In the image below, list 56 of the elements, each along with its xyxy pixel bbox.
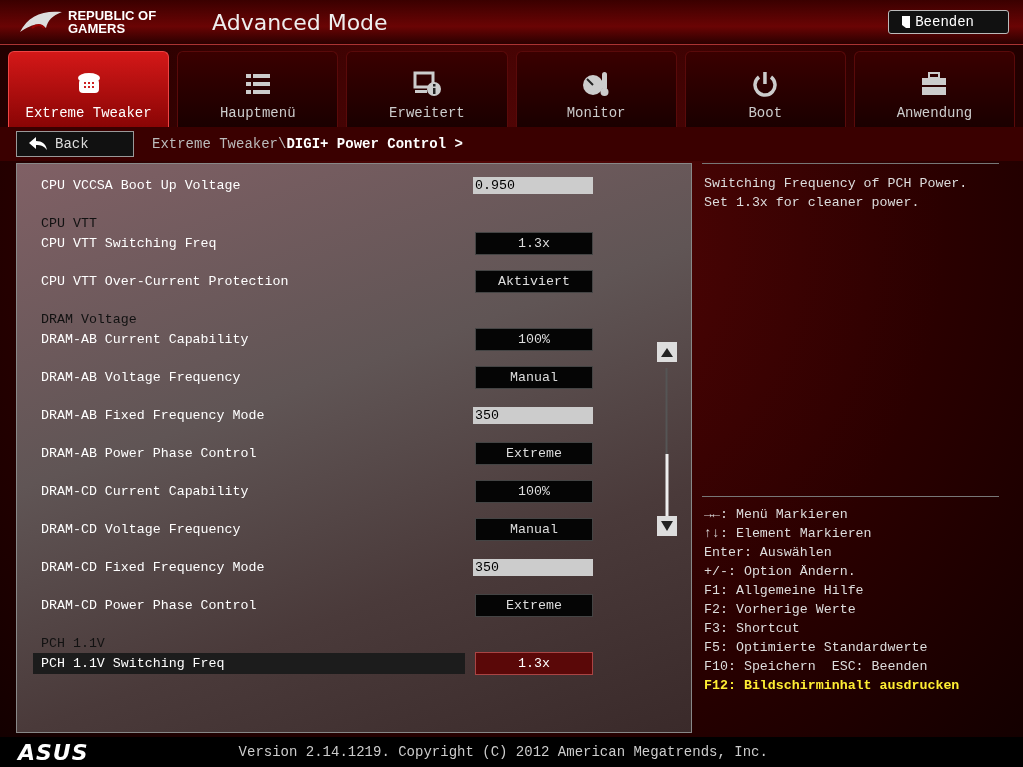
menu-tab[interactable]: Boot bbox=[684, 51, 846, 127]
menu-tab[interactable]: Monitor bbox=[515, 51, 677, 127]
setting-label[interactable]: DRAM-CD Fixed Frequency Mode bbox=[33, 556, 465, 578]
option-button[interactable]: Extreme bbox=[475, 441, 593, 465]
setting-label[interactable]: CPU VTT Over-Current Protection bbox=[33, 270, 465, 292]
setting-label[interactable]: DRAM-AB Voltage Frequency bbox=[33, 366, 465, 388]
option-button[interactable]: 1.3x bbox=[475, 231, 593, 255]
key-hint: ↑↓: Element Markieren bbox=[704, 525, 873, 543]
exit-button[interactable]: Beenden bbox=[888, 10, 1009, 34]
setting-label[interactable]: DRAM-AB Power Phase Control bbox=[33, 442, 465, 464]
group-heading: PCH 1.1V bbox=[41, 636, 106, 653]
menu-tab[interactable]: Hauptmenü bbox=[177, 51, 339, 127]
value-field[interactable]: 350 bbox=[473, 558, 593, 576]
back-button[interactable]: Back bbox=[16, 131, 134, 157]
key-hint: F10: Speichern ESC: Beenden bbox=[704, 658, 929, 676]
key-hint: F5: Optimierte Standardwerte bbox=[704, 639, 929, 657]
breadcrumb-current: DIGI+ Power Control > bbox=[286, 136, 463, 152]
key-hint: →←: Menü Markieren bbox=[704, 506, 849, 524]
option-button[interactable]: 100% bbox=[475, 479, 593, 503]
menu-tab[interactable]: Anwendung bbox=[853, 51, 1016, 127]
option-button[interactable]: Aktiviert bbox=[475, 269, 593, 293]
setting-label[interactable]: CPU VTT Switching Freq bbox=[33, 232, 465, 254]
option-button[interactable]: 1.3x bbox=[475, 651, 593, 675]
key-hint: +/-: Option Ändern. bbox=[704, 563, 857, 581]
key-hint: F1: Allgemeine Hilfe bbox=[704, 582, 865, 600]
value-field[interactable]: 0.950 bbox=[473, 176, 593, 194]
version-text: Version 2.14.1219. Copyright (C) 2012 American Megatrends, Inc. bbox=[238, 744, 768, 760]
brand-name: REPUBLIC OF GAMERS bbox=[68, 9, 157, 35]
monitor-info-icon bbox=[411, 69, 442, 99]
option-button[interactable]: Manual bbox=[475, 365, 593, 389]
menu-tab[interactable]: Extreme Tweaker bbox=[8, 51, 170, 127]
setting-label[interactable]: CPU VCCSA Boot Up Voltage bbox=[33, 174, 465, 196]
breadcrumb-path[interactable]: Extreme Tweaker\ bbox=[152, 136, 287, 152]
back-arrow-icon bbox=[29, 137, 47, 151]
window-title: Advanced Mode bbox=[212, 9, 389, 35]
key-hint: F3: Shortcut bbox=[704, 620, 801, 638]
option-button[interactable]: Manual bbox=[475, 517, 593, 541]
setting-label[interactable]: DRAM-CD Power Phase Control bbox=[33, 594, 465, 616]
key-hint: F2: Vorherige Werte bbox=[704, 601, 857, 619]
key-hint: Enter: Auswählen bbox=[704, 544, 833, 562]
setting-label[interactable]: PCH 1.1V Switching Freq bbox=[33, 652, 465, 674]
help-text: Set 1.3x for cleaner power. bbox=[704, 194, 921, 212]
setting-label[interactable]: DRAM-AB Current Capability bbox=[33, 328, 465, 350]
door-icon bbox=[901, 15, 912, 29]
key-hint: F12: Bildschirminhalt ausdrucken bbox=[704, 677, 961, 695]
group-heading: DRAM Voltage bbox=[41, 312, 138, 329]
option-button[interactable]: Extreme bbox=[475, 593, 593, 617]
setting-label[interactable]: DRAM-CD Current Capability bbox=[33, 480, 465, 502]
help-text: Switching Frequency of PCH Power. bbox=[704, 175, 969, 193]
brand-logo: ASUS bbox=[18, 739, 89, 765]
menu-tab[interactable]: Erweitert bbox=[346, 51, 508, 127]
option-button[interactable]: 100% bbox=[475, 327, 593, 351]
value-field[interactable]: 350 bbox=[473, 406, 593, 424]
setting-label[interactable]: DRAM-AB Fixed Frequency Mode bbox=[33, 404, 465, 426]
group-heading: CPU VTT bbox=[41, 216, 98, 233]
setting-label[interactable]: DRAM-CD Voltage Frequency bbox=[33, 518, 465, 540]
